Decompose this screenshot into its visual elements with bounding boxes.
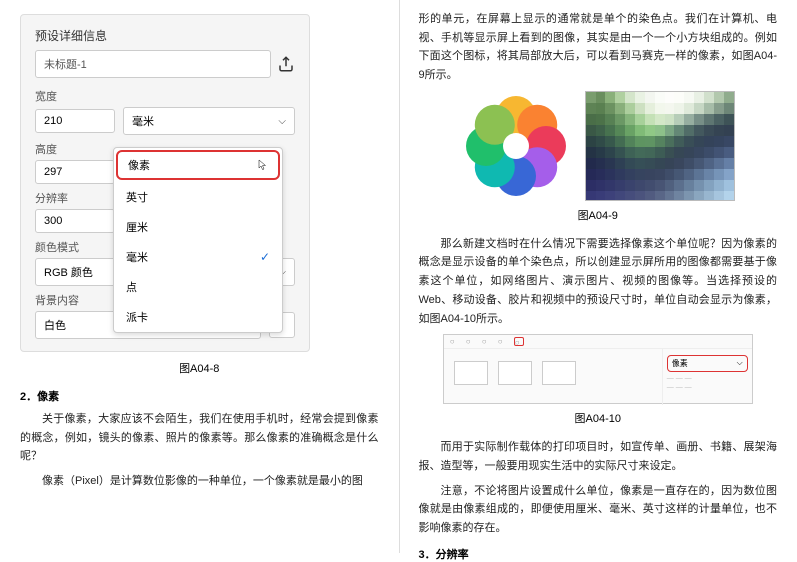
fig-a04-9 — [419, 91, 778, 201]
res-input[interactable]: 300 — [35, 209, 115, 233]
chevron-down-icon: ⌵ — [278, 116, 286, 127]
right-column: 形的单元，在屏幕上显示的通常就是单个的染色点。我们在计算机、电视、手机等显示屏上… — [399, 0, 797, 553]
dd-item-mm[interactable]: 毫米 ✓ — [114, 242, 282, 272]
cursor-icon — [258, 159, 268, 171]
fig-caption-a04-8: 图A04-8 — [20, 360, 379, 376]
preset-panel: 预设详细信息 未标题-1 宽度 210 毫米 ⌵ 高度 297 分辨率 300 … — [20, 14, 310, 352]
title-row: 未标题-1 — [35, 50, 295, 78]
dd-item-pixel[interactable]: 像素 — [116, 150, 280, 180]
para-l1: 关于像素，大家应该不会陌生，我们在使用手机时，经常会提到像素的概念，例如，镜头的… — [20, 410, 379, 466]
toolbar-icon: ○ — [450, 337, 460, 346]
toolbar-icon: ○ — [498, 337, 508, 346]
toolbar-icon: ○ — [514, 337, 524, 346]
fig-caption-a04-10: 图A04-10 — [419, 410, 778, 426]
export-icon[interactable] — [277, 55, 295, 73]
dd-item-pt[interactable]: 点 — [114, 272, 282, 302]
width-label: 宽度 — [35, 88, 295, 104]
preset-thumb[interactable] — [454, 361, 488, 385]
bg-value: 白色 — [44, 317, 66, 333]
dd-item-cm[interactable]: 厘米 — [114, 212, 282, 242]
para-r1: 形的单元，在屏幕上显示的通常就是单个的染色点。我们在计算机、电视、手机等显示屏上… — [419, 10, 778, 85]
para-r2: 那么新建文档时在什么情况下需要选择像素这个单位呢？因为像素的概念是显示设备的单个… — [419, 235, 778, 328]
width-unit-value: 毫米 — [132, 113, 154, 129]
preset-thumbs — [444, 349, 662, 405]
para-l2: 像素（Pixel）是计算数位影像的一种单位，一个像素就是最小的图 — [20, 472, 379, 491]
panel-title: 预设详细信息 — [35, 27, 295, 44]
preset-thumb[interactable] — [498, 361, 532, 385]
heading-pixel: 2．像素 — [20, 388, 379, 404]
toolbar-icon: ○ — [482, 337, 492, 346]
unit-dropdown: 像素 英寸 厘米 毫米 ✓ 点 派卡 — [113, 147, 283, 333]
heading-res: 3．分辨率 — [419, 546, 778, 562]
pixel-zoom — [585, 91, 735, 201]
para-r3: 而用于实际制作载体的打印项目时，如宣传单、画册、书籍、展架海报、造型等，一般要用… — [419, 438, 778, 475]
unit-label: 像素 — [672, 358, 688, 369]
ui-toolbar: ○ ○ ○ ○ ○ — [444, 335, 752, 349]
chevron-down-icon: ⌵ — [737, 358, 743, 369]
dd-label: 点 — [126, 279, 137, 295]
dd-label: 厘米 — [126, 219, 148, 235]
width-unit-select[interactable]: 毫米 ⌵ — [123, 107, 295, 135]
toolbar-icon: ○ — [466, 337, 476, 346]
check-icon: ✓ — [260, 250, 270, 264]
dd-label: 英寸 — [126, 189, 148, 205]
left-column: 预设详细信息 未标题-1 宽度 210 毫米 ⌵ 高度 297 分辨率 300 … — [0, 0, 399, 553]
dd-item-pica[interactable]: 派卡 — [114, 302, 282, 332]
dd-label: 毫米 — [126, 249, 148, 265]
dd-label: 像素 — [128, 157, 150, 173]
dd-label: 派卡 — [126, 309, 148, 325]
doc-name-input[interactable]: 未标题-1 — [35, 50, 271, 78]
para-r4: 注意，不论将图片设置成什么单位，像素是一直存在的，因为数位图像就是由像素组成的，… — [419, 482, 778, 538]
preset-pane: 像素 ⌵ — — —— — — — [662, 349, 752, 405]
dd-item-inch[interactable]: 英寸 — [114, 182, 282, 212]
photos-icon — [461, 91, 571, 201]
preset-fields: — — —— — — — [667, 375, 748, 392]
preset-unit-pixel[interactable]: 像素 ⌵ — [667, 355, 748, 372]
preset-thumb[interactable] — [542, 361, 576, 385]
fig-a04-10: ○ ○ ○ ○ ○ 像素 ⌵ — — —— — — — [443, 334, 753, 404]
fig-caption-a04-9: 图A04-9 — [419, 207, 778, 223]
color-mode-value: RGB 颜色 — [44, 264, 93, 280]
width-input[interactable]: 210 — [35, 109, 115, 133]
height-input[interactable]: 297 — [35, 160, 115, 184]
